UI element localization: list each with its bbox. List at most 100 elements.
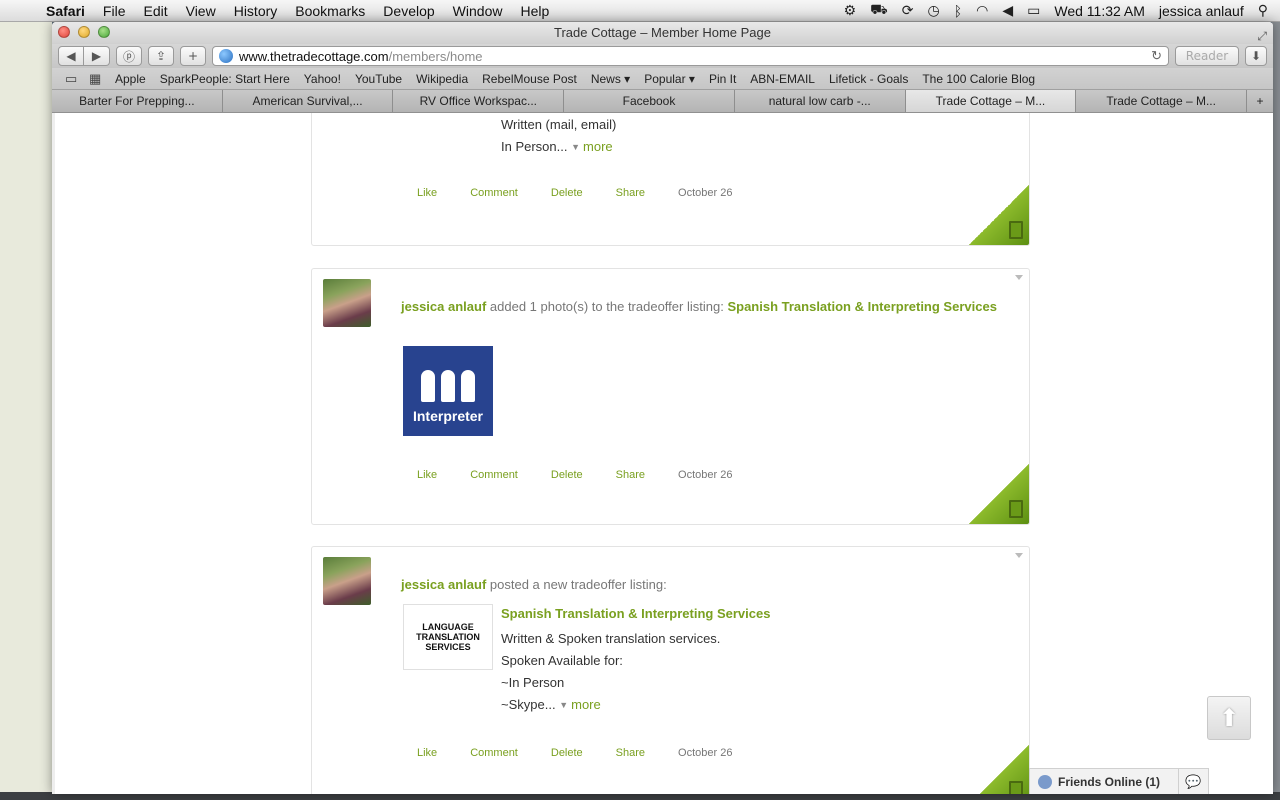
person-icon xyxy=(461,370,475,402)
post-menu-chevron-icon[interactable] xyxy=(1015,553,1023,558)
comment-button[interactable]: Comment xyxy=(470,187,518,199)
delete-button[interactable]: Delete xyxy=(551,469,583,481)
tab-rv-office[interactable]: RV Office Workspac... xyxy=(393,90,565,112)
page-content: Written (mail, email) In Person... ▼ more… xyxy=(52,113,1273,794)
volume-icon[interactable]: ◀ xyxy=(1002,2,1013,19)
zoom-window-button[interactable] xyxy=(98,26,110,38)
top-sites-icon[interactable]: ▦ xyxy=(89,72,103,85)
wifi-icon[interactable]: ◠ xyxy=(976,2,988,19)
expand-icon: ▼ xyxy=(559,700,569,710)
reading-list-icon[interactable]: ▭ xyxy=(65,72,79,85)
reader-button[interactable]: Reader xyxy=(1175,46,1239,66)
menu-window[interactable]: Window xyxy=(444,3,512,19)
menu-file[interactable]: File xyxy=(94,3,135,19)
tab-trade-cottage[interactable]: Trade Cottage – M... xyxy=(1076,90,1248,112)
window-title: Trade Cottage – Member Home Page xyxy=(553,25,771,40)
menu-bookmarks[interactable]: Bookmarks xyxy=(286,3,374,19)
battery-icon[interactable]: ▭ xyxy=(1027,2,1040,19)
listing-title-link[interactable]: Spanish Translation & Interpreting Servi… xyxy=(501,606,770,621)
sync-icon[interactable]: ⟳ xyxy=(902,2,914,19)
menu-edit[interactable]: Edit xyxy=(134,3,176,19)
bookmark-news[interactable]: News ▾ xyxy=(584,72,637,86)
more-link[interactable]: ▼ more xyxy=(559,697,601,712)
toolbar: ◀ ▶ ⓟ ⇪ + www.thetradecottage.com/member… xyxy=(52,44,1273,68)
bookmark-rebelmouse[interactable]: RebelMouse Post xyxy=(475,72,584,86)
document-icon xyxy=(1009,781,1023,794)
menu-history[interactable]: History xyxy=(225,3,287,19)
friends-online-bar[interactable]: Friends Online (1) 💬 xyxy=(1029,768,1209,794)
bookmark-wikipedia[interactable]: Wikipedia xyxy=(409,72,475,86)
avatar[interactable] xyxy=(323,557,371,605)
minimize-window-button[interactable] xyxy=(78,26,90,38)
avatar[interactable] xyxy=(323,279,371,327)
bookmark-popular[interactable]: Popular ▾ xyxy=(637,72,702,86)
share-button[interactable]: ⇪ xyxy=(148,46,174,66)
menu-help[interactable]: Help xyxy=(511,3,558,19)
fullscreen-icon[interactable]: ⤢ xyxy=(1257,25,1267,47)
chat-icon[interactable]: 💬 xyxy=(1178,768,1208,794)
share-button[interactable]: Share xyxy=(616,187,645,199)
downloads-icon[interactable]: ⬇ xyxy=(1245,46,1267,66)
share-button[interactable]: Share xyxy=(616,747,645,759)
bookmark-sparkpeople[interactable]: SparkPeople: Start Here xyxy=(153,72,297,86)
bookmark-pin-it[interactable]: Pin It xyxy=(702,72,743,86)
like-button[interactable]: Like xyxy=(417,187,437,199)
user-name[interactable]: jessica anlauf xyxy=(1159,3,1244,19)
feed-post: Written (mail, email) In Person... ▼ more… xyxy=(311,113,1030,246)
forward-button[interactable]: ▶ xyxy=(84,46,110,66)
add-bookmark-button[interactable]: + xyxy=(180,46,206,66)
photo-label: Interpreter xyxy=(412,408,484,424)
feed-post: jessica anlauf posted a new tradeoffer l… xyxy=(311,546,1030,794)
settings-icon[interactable]: ⚙ xyxy=(844,2,857,19)
delete-button[interactable]: Delete xyxy=(551,187,583,199)
interpreter-photo[interactable]: Interpreter xyxy=(403,346,493,436)
tab-barter[interactable]: Barter For Prepping... xyxy=(52,90,223,112)
post-author-link[interactable]: jessica anlauf xyxy=(401,577,486,592)
reload-icon[interactable]: ↻ xyxy=(1151,48,1162,64)
menu-develop[interactable]: Develop xyxy=(374,3,443,19)
new-tab-button[interactable]: + xyxy=(1247,90,1273,112)
scroll-to-top-button[interactable]: ⬆ xyxy=(1207,696,1251,740)
bookmark-yahoo[interactable]: Yahoo! xyxy=(297,72,348,86)
bookmark-youtube[interactable]: YouTube xyxy=(348,72,409,86)
more-label: more xyxy=(571,697,601,712)
listing-link[interactable]: Spanish Translation & Interpreting Servi… xyxy=(727,299,996,314)
globe-icon xyxy=(219,49,233,63)
post-actions: Like Comment Delete Share October 26 xyxy=(417,187,732,199)
bluetooth-icon[interactable]: ᛒ xyxy=(954,3,962,19)
menu-view[interactable]: View xyxy=(177,3,225,19)
tab-facebook[interactable]: Facebook xyxy=(564,90,735,112)
app-menu[interactable]: Safari xyxy=(34,3,94,19)
like-button[interactable]: Like xyxy=(417,747,437,759)
post-author-link[interactable]: jessica anlauf xyxy=(401,299,486,314)
pinterest-button[interactable]: ⓟ xyxy=(116,46,142,66)
comment-button[interactable]: Comment xyxy=(470,469,518,481)
expand-icon: ▼ xyxy=(571,142,581,152)
post-verb: posted a new tradeoffer listing: xyxy=(489,577,667,592)
comment-button[interactable]: Comment xyxy=(470,747,518,759)
like-button[interactable]: Like xyxy=(417,469,437,481)
post-menu-chevron-icon[interactable] xyxy=(1015,275,1023,280)
share-button[interactable]: Share xyxy=(616,469,645,481)
person-icon xyxy=(441,370,455,402)
tab-trade-cottage-active[interactable]: Trade Cottage – M... xyxy=(905,90,1077,112)
more-link[interactable]: ▼ more xyxy=(571,139,613,154)
bookmark-lifetick[interactable]: Lifetick - Goals xyxy=(822,72,915,86)
tab-american-survival[interactable]: American Survival,... xyxy=(222,90,394,112)
close-window-button[interactable] xyxy=(58,26,70,38)
listing-thumbnail[interactable]: LANGUAGE TRANSLATION SERVICES xyxy=(403,604,493,670)
spotlight-search-icon[interactable]: ⚲ xyxy=(1258,2,1268,19)
bookmark-abn-email[interactable]: ABN-EMAIL xyxy=(743,72,822,86)
post-date: October 26 xyxy=(678,469,733,481)
truck-icon[interactable]: ⛟ xyxy=(870,1,888,20)
address-bar[interactable]: www.thetradecottage.com/members/home ↻ xyxy=(212,46,1169,66)
friends-icon xyxy=(1038,774,1052,789)
bookmark-apple[interactable]: Apple xyxy=(108,72,153,86)
clock[interactable]: Wed 11:32 AM xyxy=(1054,3,1145,19)
bookmark-100-calorie-blog[interactable]: The 100 Calorie Blog xyxy=(915,72,1042,86)
interpreter-figures xyxy=(421,370,475,402)
back-button[interactable]: ◀ xyxy=(58,46,84,66)
delete-button[interactable]: Delete xyxy=(551,747,583,759)
tab-natural-low-carb[interactable]: natural low carb -... xyxy=(734,90,906,112)
time-machine-icon[interactable]: ◷ xyxy=(928,2,940,19)
